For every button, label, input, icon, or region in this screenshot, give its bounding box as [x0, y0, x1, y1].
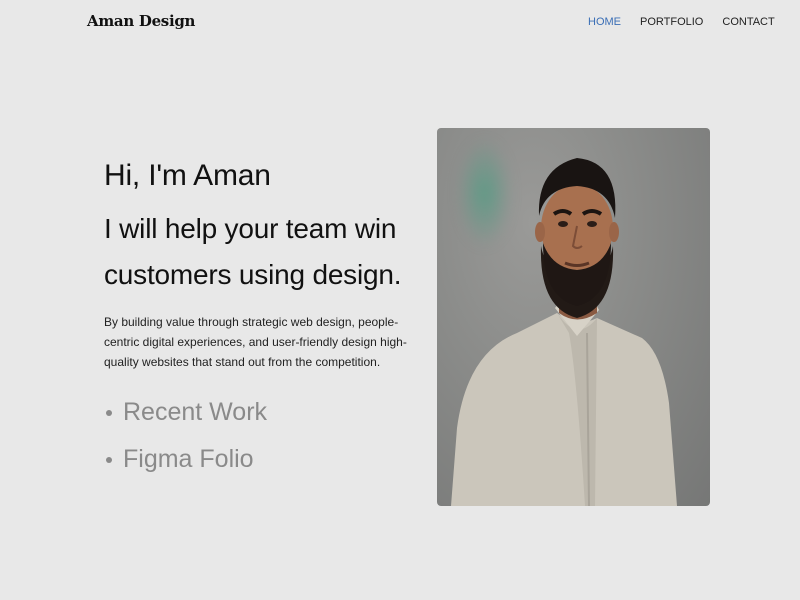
link-label: Figma Folio	[123, 445, 254, 473]
link-figma-folio[interactable]: Figma Folio	[104, 436, 424, 483]
brand-logo[interactable]: Aman Design	[87, 12, 195, 30]
person-illustration	[451, 158, 677, 506]
greeting-heading: Hi, I'm Aman	[104, 159, 271, 192]
bullet-icon	[106, 409, 112, 416]
headline-line-2: customers using design.	[104, 259, 402, 290]
hero-description: By building value through strategic web …	[104, 315, 407, 369]
link-label: Recent Work	[123, 398, 268, 426]
main-nav: HOME PORTFOLIO CONTACT	[588, 16, 775, 28]
hero-section: Hi, I'm Aman I will help your team win c…	[104, 158, 424, 483]
headline: I will help your team win customers usin…	[104, 206, 424, 298]
headline-line-1: I will help your team win	[104, 213, 397, 244]
bullet-icon	[106, 456, 112, 463]
page: Aman Design HOME PORTFOLIO CONTACT Hi, I…	[0, 0, 800, 600]
hero-links: Recent Work Figma Folio	[104, 389, 424, 483]
nav-portfolio[interactable]: PORTFOLIO	[640, 16, 703, 28]
link-recent-work[interactable]: Recent Work	[104, 389, 424, 436]
nav-home[interactable]: HOME	[588, 16, 621, 28]
profile-photo	[437, 128, 710, 506]
nav-contact[interactable]: CONTACT	[722, 16, 774, 28]
